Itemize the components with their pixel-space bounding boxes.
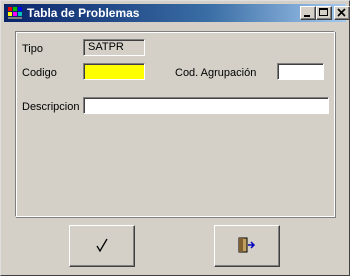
dialog-window: Tabla de Problemas Tipo SATPR Codigo Cod… [0, 0, 350, 276]
codigo-label: Codigo [22, 67, 57, 79]
maximize-button[interactable] [316, 6, 332, 20]
codigo-field[interactable] [83, 63, 145, 80]
minimize-icon [304, 15, 310, 17]
window-title: Tabla de Problemas [27, 6, 140, 20]
exit-button[interactable] [214, 225, 280, 267]
title-bar[interactable]: Tabla de Problemas [4, 4, 350, 22]
form-panel [15, 31, 335, 217]
close-icon [337, 8, 346, 17]
minimize-button[interactable] [300, 6, 316, 20]
exit-door-icon [238, 237, 256, 253]
accept-button[interactable] [69, 225, 135, 267]
cod-agrupacion-field[interactable] [277, 63, 324, 80]
checkmark-icon [96, 238, 108, 253]
close-button[interactable] [334, 6, 350, 20]
descripcion-field[interactable] [83, 97, 329, 114]
tipo-field: SATPR [83, 39, 145, 56]
descripcion-label: Descripcion [22, 101, 80, 113]
app-icon [8, 7, 22, 19]
tipo-label: Tipo [22, 43, 43, 55]
maximize-icon [319, 8, 328, 16]
cod-agrupacion-label: Cod. Agrupación [175, 67, 257, 79]
